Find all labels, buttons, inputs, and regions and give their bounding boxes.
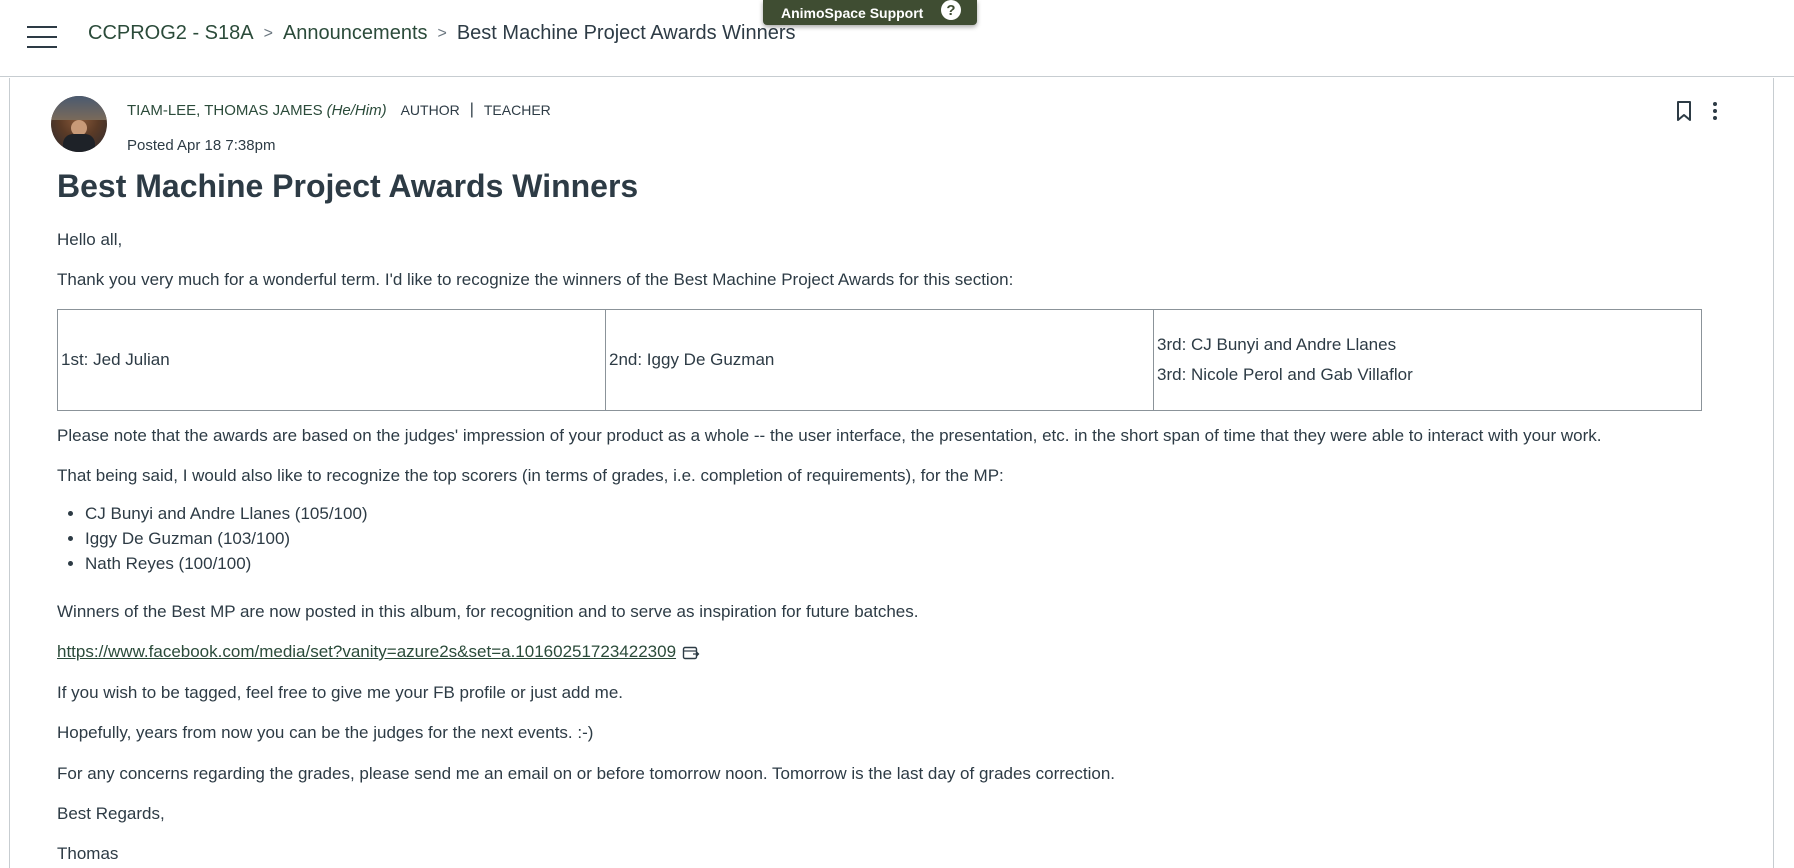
external-link-icon xyxy=(682,646,700,660)
animospace-support-button[interactable]: AnimoSpace Support ? xyxy=(763,0,977,25)
breadcrumb-course-link[interactable]: CCPROG2 - S18A xyxy=(88,22,254,45)
tag-text: If you wish to be tagged, feel free to g… xyxy=(57,683,624,702)
role-divider: | xyxy=(469,101,474,118)
top-scorers-intro-text: That being said, I would also like to re… xyxy=(57,466,1004,485)
breadcrumb: CCPROG2 - S18A > Announcements > Best Ma… xyxy=(88,22,796,45)
award-first-cell: 1st: Jed Julian xyxy=(57,309,606,411)
author-info: TIAM-LEE, THOMAS JAMES (He/Him) AUTHOR |… xyxy=(127,101,551,119)
concerns-text: For any concerns regarding the grades, p… xyxy=(57,764,1116,783)
breadcrumb-separator: > xyxy=(437,24,447,42)
support-label: AnimoSpace Support xyxy=(781,4,924,21)
author-name[interactable]: TIAM-LEE, THOMAS JAMES xyxy=(127,102,323,119)
greeting-text: Hello all, xyxy=(57,230,123,249)
posted-timestamp: Posted Apr 18 7:38pm xyxy=(127,137,276,154)
teacher-role-badge: TEACHER xyxy=(483,102,551,118)
top-scorers-list: CJ Bunyi and Andre Llanes (105/100) Iggy… xyxy=(57,504,368,579)
kebab-menu-icon[interactable] xyxy=(1707,100,1723,122)
list-item: Nath Reyes (100/100) xyxy=(85,554,368,574)
breadcrumb-separator: > xyxy=(263,24,273,42)
avatar[interactable] xyxy=(51,96,107,152)
album-link-text[interactable]: https://www.facebook.com/media/set?vanit… xyxy=(57,642,676,662)
hope-text: Hopefully, years from now you can be the… xyxy=(57,723,594,742)
award-second-cell: 2nd: Iggy De Guzman xyxy=(605,309,1154,411)
album-text: Winners of the Best MP are now posted in… xyxy=(57,602,919,621)
help-icon: ? xyxy=(941,0,961,20)
awards-table: 1st: Jed Julian 2nd: Iggy De Guzman 3rd:… xyxy=(57,309,1702,411)
announcement-title: Best Machine Project Awards Winners xyxy=(57,168,639,204)
awards-note-text: Please note that the awards are based on… xyxy=(57,426,1602,445)
breadcrumb-announcements-link[interactable]: Announcements xyxy=(283,22,428,45)
table-row: 1st: Jed Julian 2nd: Iggy De Guzman 3rd:… xyxy=(57,309,1702,411)
hamburger-menu-icon[interactable] xyxy=(27,26,57,50)
list-item: Iggy De Guzman (103/100) xyxy=(85,529,368,549)
award-second: 2nd: Iggy De Guzman xyxy=(609,350,775,369)
author-role-badge: AUTHOR xyxy=(400,102,460,118)
album-link[interactable]: https://www.facebook.com/media/set?vanit… xyxy=(57,642,700,662)
author-pronouns: (He/Him) xyxy=(326,101,387,119)
intro-text: Thank you very much for a wonderful term… xyxy=(57,270,1014,289)
signature-text: Thomas xyxy=(57,844,119,863)
award-third-a: 3rd: CJ Bunyi and Andre Llanes xyxy=(1157,335,1397,354)
award-first: 1st: Jed Julian xyxy=(61,350,170,369)
bookmark-icon[interactable] xyxy=(1676,100,1692,122)
breadcrumb-current-page: Best Machine Project Awards Winners xyxy=(456,22,796,44)
list-item: CJ Bunyi and Andre Llanes (105/100) xyxy=(85,504,368,524)
award-third-b: 3rd: Nicole Perol and Gab Villaflor xyxy=(1157,365,1413,384)
award-third-cell: 3rd: CJ Bunyi and Andre Llanes 3rd: Nico… xyxy=(1153,309,1702,411)
closing-text: Best Regards, xyxy=(57,804,165,823)
